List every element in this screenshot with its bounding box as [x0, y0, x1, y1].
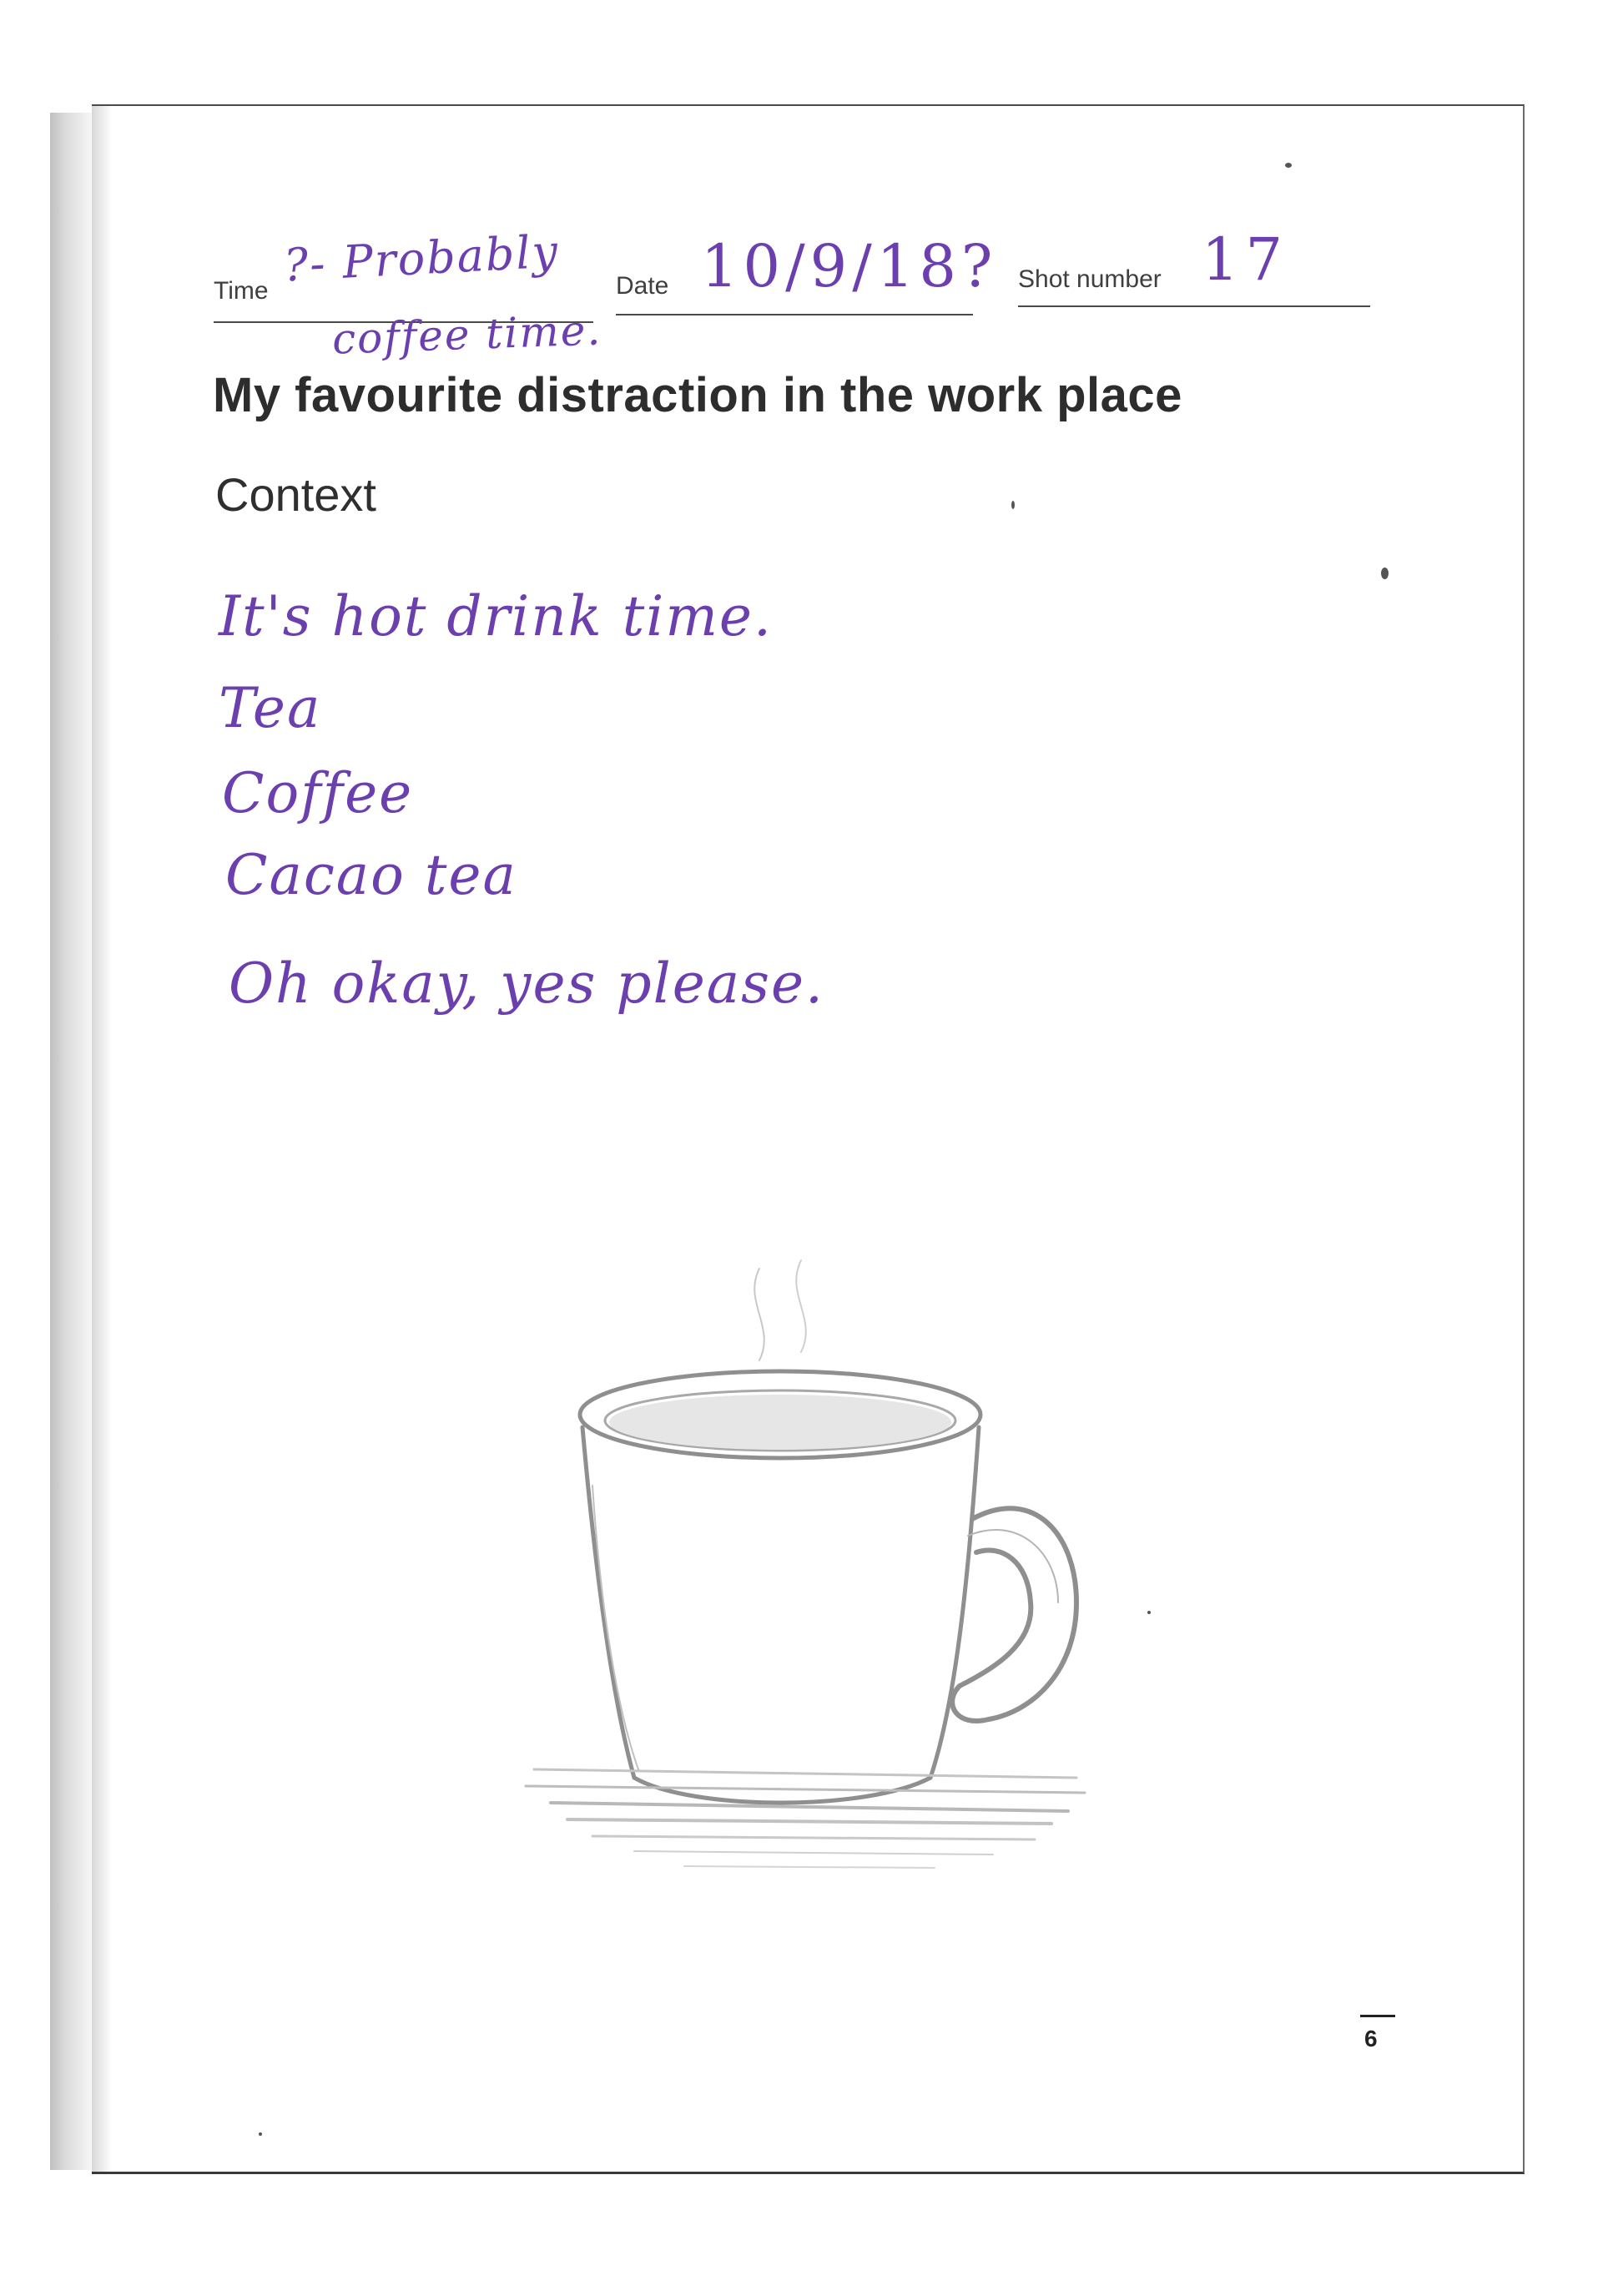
page-edge-shadow [92, 106, 112, 2172]
handwritten-shot-number: 17 [1202, 225, 1290, 294]
date-label: Date [616, 272, 669, 300]
page-title: My favourite distraction in the work pla… [213, 368, 1182, 422]
handwritten-date: 10/9/18? [701, 232, 998, 300]
scan-speck [1381, 568, 1389, 579]
handwritten-line-3: Coffee [222, 761, 414, 825]
handwritten-line-5: Oh okay, yes please. [229, 951, 825, 1016]
scan-speck [1011, 501, 1015, 509]
date-field-line [616, 314, 973, 315]
handwritten-line-1: It's hot drink time. [219, 584, 773, 648]
scan-speck [259, 2132, 262, 2136]
handwritten-line-2: Tea [219, 676, 322, 740]
scan-speck [1147, 1611, 1151, 1614]
coffee-mug-icon [524, 1259, 1086, 1869]
shot-number-field-line [1018, 305, 1370, 307]
handwritten-time-line2: coffee time. [331, 305, 603, 364]
scan-speck [1285, 163, 1292, 168]
page-number-rule [1360, 2015, 1395, 2017]
time-label: Time [214, 277, 269, 305]
page-number: 6 [1364, 2026, 1378, 2051]
shot-number-label: Shot number [1018, 265, 1162, 293]
handwritten-line-4: Cacao tea [225, 843, 517, 907]
section-heading-context: Context [215, 468, 376, 521]
